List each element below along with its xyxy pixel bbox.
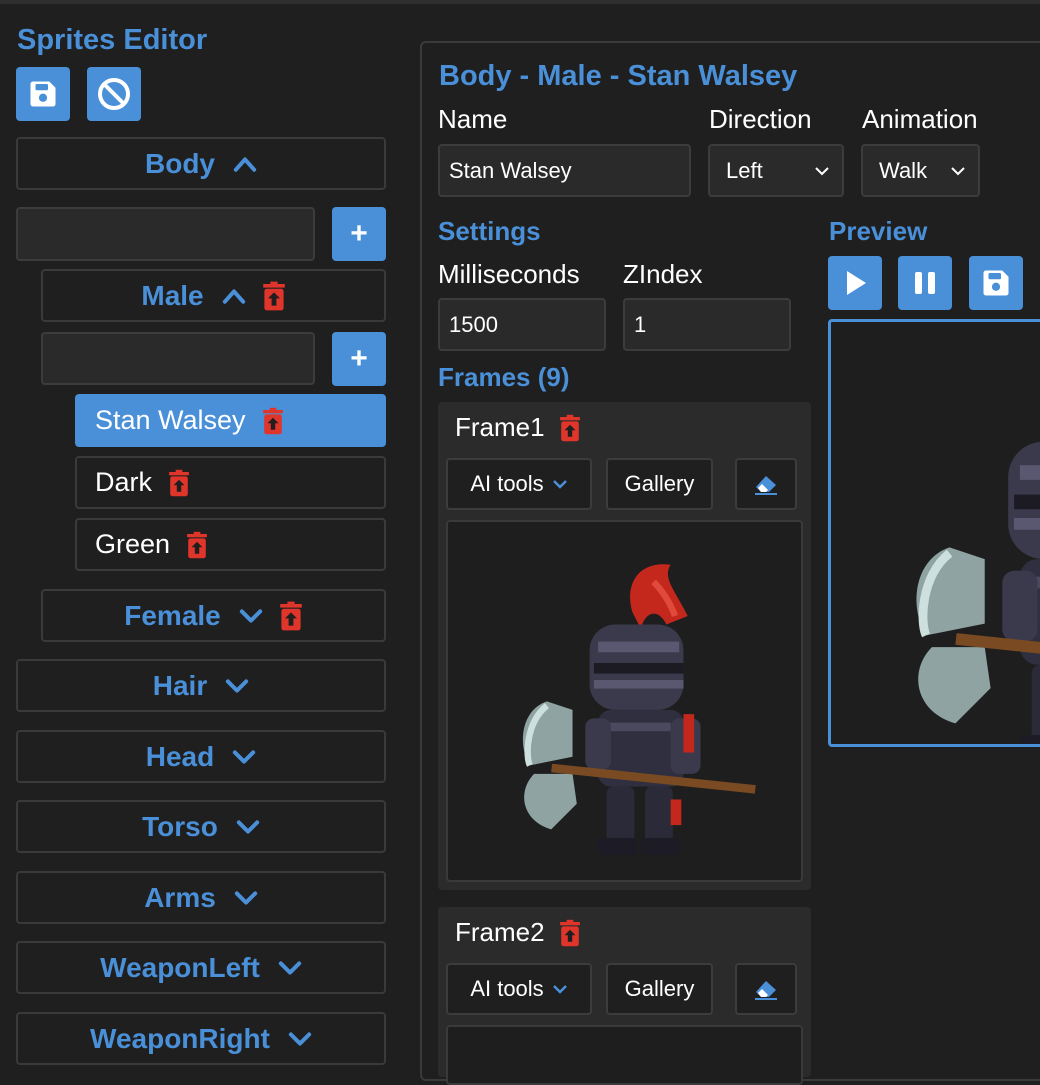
zindex-input[interactable]: 1 bbox=[623, 298, 791, 351]
accordion-label: WeaponRight bbox=[90, 1022, 270, 1054]
frame-title: Frame2 bbox=[455, 917, 581, 948]
accordion-female-label: Female bbox=[124, 599, 221, 631]
frame-canvas[interactable] bbox=[446, 520, 803, 882]
accordion-male-label: Male bbox=[141, 279, 204, 311]
delete-icon[interactable] bbox=[168, 469, 190, 497]
save-preview-button[interactable] bbox=[969, 256, 1023, 310]
knight-sprite-preview bbox=[828, 342, 1040, 747]
pause-button[interactable] bbox=[898, 256, 952, 310]
direction-label: Direction bbox=[709, 104, 812, 134]
chevron-down-icon bbox=[278, 960, 302, 976]
name-input[interactable]: Stan Walsey bbox=[438, 144, 691, 197]
milliseconds-label: Milliseconds bbox=[438, 259, 580, 289]
animation-select-value: Walk bbox=[879, 157, 928, 183]
list-item-green[interactable]: Green bbox=[75, 518, 386, 571]
accordion-body[interactable]: Body bbox=[16, 137, 386, 190]
chevron-down-icon bbox=[239, 608, 263, 624]
delete-frame-icon[interactable] bbox=[559, 919, 581, 947]
frame-title-label: Frame2 bbox=[455, 917, 545, 947]
preview-heading: Preview bbox=[829, 216, 928, 246]
chevron-down-icon bbox=[236, 819, 260, 835]
delete-frame-icon[interactable] bbox=[559, 414, 581, 442]
accordion-label: WeaponLeft bbox=[100, 951, 260, 983]
save-button[interactable] bbox=[16, 67, 70, 121]
chevron-up-icon bbox=[233, 156, 257, 172]
gallery-button[interactable]: Gallery bbox=[606, 963, 713, 1015]
editor-title: Body - Male - Stan Walsey bbox=[439, 60, 798, 92]
pause-icon bbox=[915, 272, 935, 294]
add-body-variant-button[interactable]: + bbox=[332, 207, 386, 261]
accordion-label: Torso bbox=[142, 810, 218, 842]
app-title: Sprites Editor bbox=[17, 24, 208, 56]
direction-select[interactable]: Left bbox=[708, 144, 844, 197]
frame-title: Frame1 bbox=[455, 412, 581, 443]
accordion-weapon-right[interactable]: WeaponRight bbox=[16, 1012, 386, 1065]
accordion-label: Arms bbox=[144, 881, 216, 913]
accordion-female[interactable]: Female bbox=[41, 589, 386, 642]
accordion-head[interactable]: Head bbox=[16, 730, 386, 783]
chevron-down-icon bbox=[232, 749, 256, 765]
save-icon bbox=[28, 79, 58, 109]
list-item-label: Dark bbox=[95, 467, 153, 497]
save-icon bbox=[981, 268, 1011, 298]
chevron-down-icon bbox=[815, 166, 829, 175]
gallery-label: Gallery bbox=[624, 471, 695, 496]
chevron-down-icon bbox=[234, 890, 258, 906]
chevron-down-icon bbox=[552, 480, 567, 489]
accordion-label: Hair bbox=[152, 669, 208, 701]
milliseconds-input[interactable]: 1500 bbox=[438, 298, 606, 351]
delete-female-icon[interactable] bbox=[279, 601, 303, 631]
cancel-button[interactable] bbox=[87, 67, 141, 121]
direction-select-value: Left bbox=[726, 157, 763, 183]
play-icon bbox=[847, 271, 866, 295]
ban-icon bbox=[98, 78, 130, 110]
list-item-label: Stan Walsey bbox=[95, 405, 246, 435]
name-label: Name bbox=[438, 104, 508, 134]
ai-tools-dropdown[interactable]: AI tools bbox=[446, 458, 592, 510]
chevron-down-icon bbox=[552, 985, 567, 994]
accordion-torso[interactable]: Torso bbox=[16, 800, 386, 853]
play-button[interactable] bbox=[828, 256, 882, 310]
chevron-down-icon bbox=[225, 678, 249, 694]
accordion-male[interactable]: Male bbox=[41, 269, 386, 322]
frame-card: Frame1 AI tools Gallery bbox=[438, 402, 811, 890]
add-male-sprite-button[interactable]: + bbox=[332, 332, 386, 386]
list-item-stan-walsey[interactable]: Stan Walsey bbox=[75, 394, 386, 447]
list-item-dark[interactable]: Dark bbox=[75, 456, 386, 509]
settings-heading: Settings bbox=[438, 216, 541, 246]
list-item-label: Green bbox=[95, 529, 171, 559]
accordion-body-label: Body bbox=[145, 147, 215, 179]
eraser-button[interactable] bbox=[735, 458, 797, 510]
accordion-weapon-left[interactable]: WeaponLeft bbox=[16, 941, 386, 994]
preview-canvas bbox=[828, 319, 1040, 747]
delete-male-icon[interactable] bbox=[262, 281, 286, 311]
animation-select[interactable]: Walk bbox=[861, 144, 980, 197]
eraser-icon bbox=[755, 981, 777, 1000]
knight-sprite bbox=[488, 532, 788, 872]
gallery-button[interactable]: Gallery bbox=[606, 458, 713, 510]
frame-title-label: Frame1 bbox=[455, 412, 545, 442]
accordion-label: Head bbox=[145, 740, 215, 772]
chevron-up-icon bbox=[222, 288, 246, 304]
frame-card: Frame2 AI tools Gallery bbox=[438, 907, 811, 1085]
male-new-name-input[interactable] bbox=[41, 332, 315, 385]
delete-icon[interactable] bbox=[262, 407, 284, 435]
ai-tools-label: AI tools bbox=[470, 471, 544, 496]
chevron-down-icon bbox=[951, 166, 965, 175]
delete-icon[interactable] bbox=[186, 531, 208, 559]
eraser-icon bbox=[755, 476, 777, 495]
accordion-hair[interactable]: Hair bbox=[16, 659, 386, 712]
body-new-name-input[interactable] bbox=[16, 207, 315, 261]
zindex-label: ZIndex bbox=[623, 259, 703, 289]
frame-canvas[interactable] bbox=[446, 1025, 803, 1085]
window-top-border bbox=[0, 0, 1040, 4]
frames-heading: Frames (9) bbox=[438, 362, 570, 392]
animation-label: Animation bbox=[862, 104, 978, 134]
eraser-button[interactable] bbox=[735, 963, 797, 1015]
ai-tools-label: AI tools bbox=[470, 976, 544, 1001]
gallery-label: Gallery bbox=[624, 976, 695, 1001]
chevron-down-icon bbox=[288, 1031, 312, 1047]
ai-tools-dropdown[interactable]: AI tools bbox=[446, 963, 592, 1015]
accordion-arms[interactable]: Arms bbox=[16, 871, 386, 924]
